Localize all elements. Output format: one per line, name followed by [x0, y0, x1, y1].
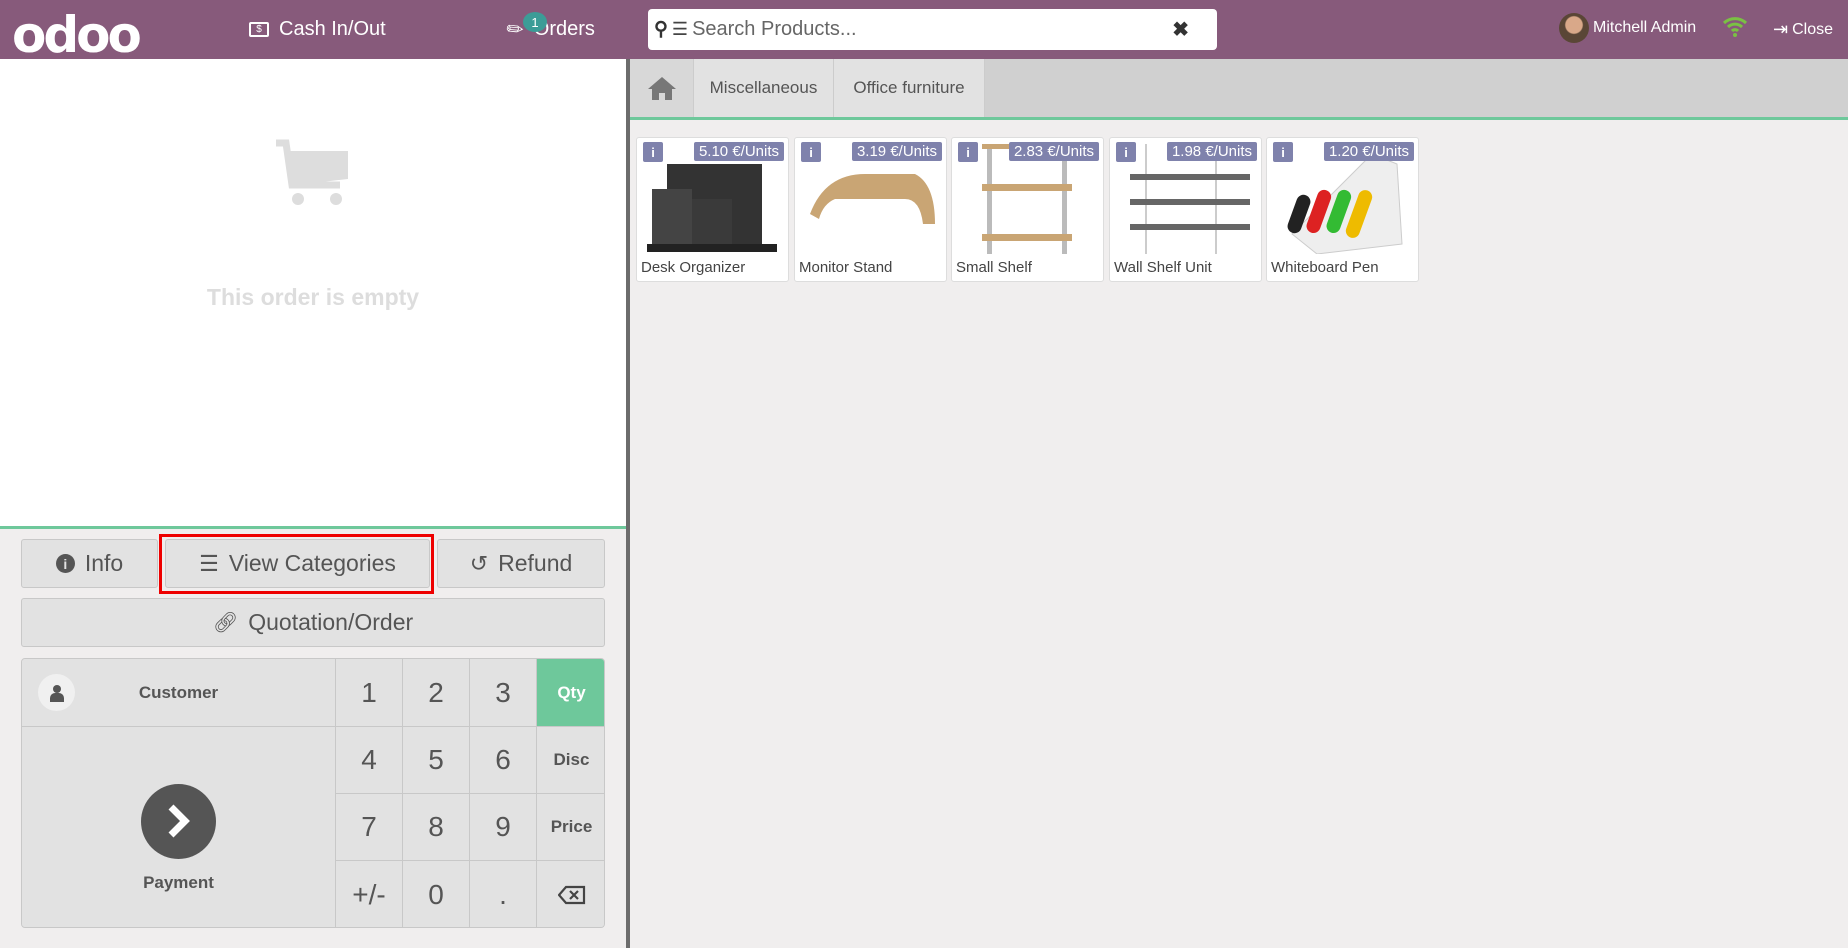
numpad-key-1[interactable]: 1: [336, 659, 403, 727]
search-icon: ⚲: [654, 19, 668, 40]
close-label: Close: [1792, 20, 1833, 38]
view-categories-button[interactable]: ☰ View Categories: [165, 539, 430, 588]
mode-disc-button[interactable]: Disc: [537, 727, 604, 794]
numpad-key-plus-minus[interactable]: +/-: [336, 861, 403, 927]
category-label: Miscellaneous: [709, 78, 818, 97]
numpad-key-3[interactable]: 3: [470, 659, 537, 727]
info-icon[interactable]: i: [1116, 142, 1136, 162]
orders-count-badge: 1: [523, 12, 547, 32]
orders-button[interactable]: ✎ 1 Orders: [502, 0, 595, 59]
product-card[interactable]: i 1.98 €/Units Wall Shelf Unit: [1109, 137, 1262, 282]
user-icon: [38, 674, 75, 711]
numpad: Customer Payment 1 2 3 Qty 4 5 6 Disc 7 8 9 Price +/…: [21, 658, 605, 928]
product-price: 1.98 €/Units: [1166, 142, 1257, 161]
product-card[interactable]: i 2.83 €/Units Small Shelf: [951, 137, 1104, 282]
product-price: 3.19 €/Units: [851, 142, 942, 161]
numpad-key-8[interactable]: 8: [403, 794, 470, 861]
avatar: [1559, 13, 1589, 43]
wifi-icon[interactable]: [1722, 14, 1748, 43]
database-icon: ☰: [671, 19, 689, 39]
user-name: Mitchell Admin: [1593, 19, 1697, 36]
search-bar: ⚲ ☰ ✖: [648, 9, 1217, 50]
payment-label: Payment: [143, 872, 214, 892]
customer-label: Customer: [138, 682, 219, 702]
numpad-key-decimal[interactable]: .: [470, 861, 537, 927]
product-card[interactable]: i 1.20 €/Units Whiteboard Pen: [1266, 137, 1419, 282]
product-name: Small Shelf: [956, 259, 1032, 276]
mode-qty-button[interactable]: Qty: [537, 659, 604, 727]
numpad-key-2[interactable]: 2: [403, 659, 470, 727]
link-icon: 🔗︎: [212, 612, 239, 634]
odoo-logo: odoo: [12, 6, 142, 64]
clear-search-icon[interactable]: ✖: [1172, 17, 1189, 42]
product-price: 2.83 €/Units: [1008, 142, 1099, 161]
mode-price-button[interactable]: Price: [537, 794, 604, 861]
product-price: 1.20 €/Units: [1323, 142, 1414, 161]
cash-in-out-button[interactable]: $ Cash In/Out: [249, 0, 386, 59]
product-name: Whiteboard Pen: [1271, 259, 1379, 276]
user-menu[interactable]: Mitchell Admin: [1559, 13, 1696, 43]
info-label: Info: [84, 550, 124, 576]
close-button[interactable]: ⇥ Close: [1773, 0, 1833, 59]
info-icon[interactable]: i: [958, 142, 978, 162]
info-icon[interactable]: i: [801, 142, 821, 162]
info-icon[interactable]: i: [1273, 142, 1293, 162]
category-bar: Miscellaneous Office furniture: [630, 59, 1848, 120]
payment-button[interactable]: Payment: [22, 727, 336, 927]
quotation-order-label: Quotation/Order: [248, 609, 414, 635]
backspace-icon: [557, 885, 585, 905]
home-category-button[interactable]: [630, 59, 694, 117]
pane-divider[interactable]: [626, 59, 630, 948]
product-card[interactable]: i 3.19 €/Units Monitor Stand: [794, 137, 947, 282]
info-button[interactable]: i Info: [21, 539, 158, 588]
info-icon: i: [55, 554, 75, 573]
shopping-cart-icon: [272, 139, 352, 212]
backspace-button[interactable]: [537, 861, 604, 927]
product-name: Desk Organizer: [641, 259, 746, 276]
numpad-key-7[interactable]: 7: [336, 794, 403, 861]
numpad-key-9[interactable]: 9: [470, 794, 537, 861]
refund-button[interactable]: ↺ Refund: [437, 539, 605, 588]
category-office-furniture[interactable]: Office furniture: [834, 59, 985, 117]
money-icon: $: [249, 22, 269, 37]
customer-button[interactable]: Customer: [22, 659, 336, 727]
numpad-key-0[interactable]: 0: [403, 861, 470, 927]
numpad-key-4[interactable]: 4: [336, 727, 403, 794]
quotation-order-button[interactable]: 🔗︎ Quotation/Order: [21, 598, 605, 647]
product-name: Wall Shelf Unit: [1114, 259, 1212, 276]
view-categories-label: View Categories: [228, 550, 396, 576]
search-input[interactable]: [692, 18, 1169, 41]
info-icon[interactable]: i: [643, 142, 663, 162]
undo-icon: ↺: [469, 550, 489, 576]
category-label: Office furniture: [853, 78, 965, 97]
refund-label: Refund: [498, 550, 573, 576]
list-icon: ☰: [199, 550, 219, 576]
cash-in-out-label: Cash In/Out: [279, 18, 386, 40]
numpad-key-6[interactable]: 6: [470, 727, 537, 794]
chevron-right-icon: [141, 783, 216, 859]
empty-order-text: This order is empty: [206, 284, 420, 310]
product-name: Monitor Stand: [799, 259, 893, 276]
product-price: 5.10 €/Units: [693, 142, 784, 161]
sign-out-icon: ⇥: [1773, 19, 1789, 39]
numpad-key-5[interactable]: 5: [403, 727, 470, 794]
category-miscellaneous[interactable]: Miscellaneous: [694, 59, 834, 117]
home-icon: [647, 77, 676, 100]
product-card[interactable]: i 5.10 €/Units Desk Organizer: [636, 137, 789, 282]
top-bar: odoo $ Cash In/Out ✎ 1 Orders ⚲ ☰ ✖ Mitc…: [0, 0, 1848, 64]
